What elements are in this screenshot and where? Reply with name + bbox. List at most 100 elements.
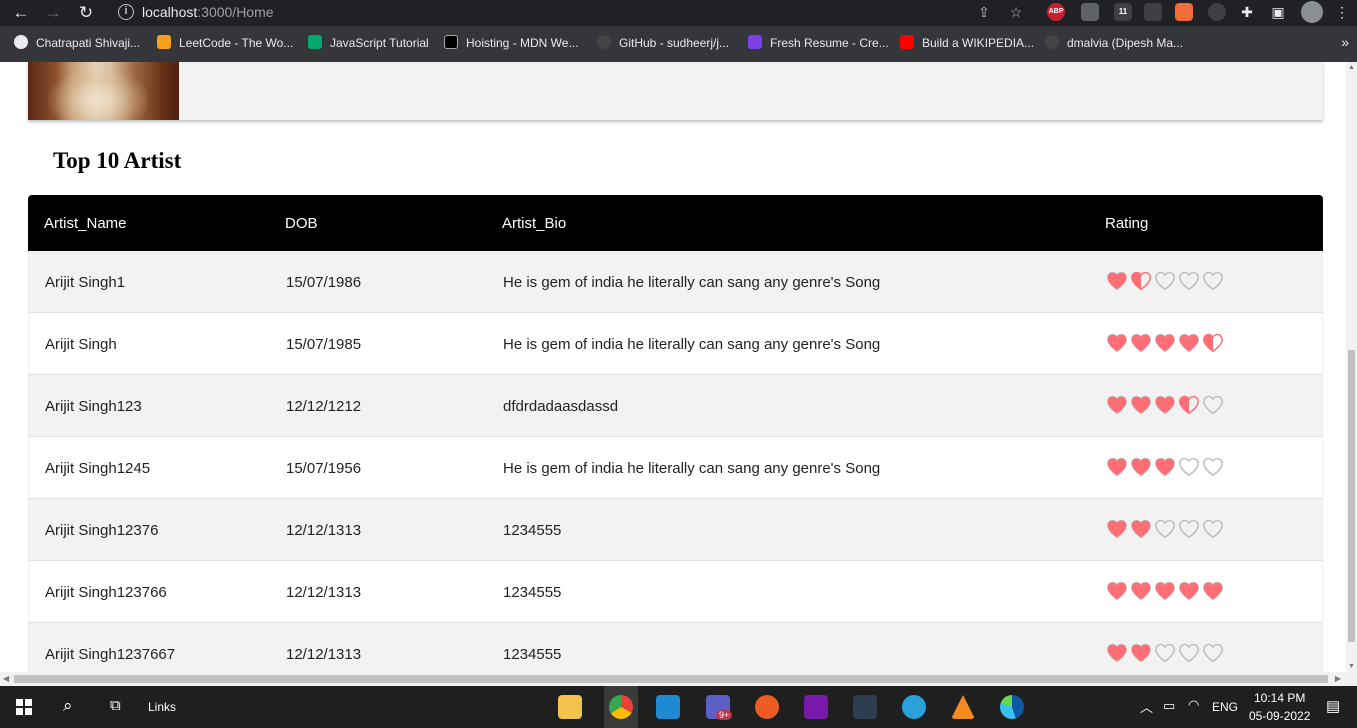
extensions-puzzle-icon[interactable]: ✚ bbox=[1237, 2, 1257, 22]
heart-filled-icon[interactable] bbox=[1154, 332, 1176, 354]
extension-shield-icon[interactable] bbox=[1081, 3, 1099, 21]
rating-hearts[interactable] bbox=[1106, 332, 1226, 354]
heart-filled-icon[interactable] bbox=[1202, 580, 1224, 602]
heart-half-icon[interactable] bbox=[1130, 270, 1152, 292]
heart-filled-icon[interactable] bbox=[1106, 270, 1128, 292]
table-row[interactable]: Arijit Singh1245 15/07/1956 He is gem of… bbox=[28, 437, 1323, 499]
extension-target-icon[interactable] bbox=[1208, 3, 1226, 21]
wifi-icon[interactable]: ◠ bbox=[1188, 697, 1199, 713]
heart-filled-icon[interactable] bbox=[1178, 580, 1200, 602]
table-row[interactable]: Arijit Singh 15/07/1985 He is gem of ind… bbox=[28, 313, 1323, 375]
rating-hearts[interactable] bbox=[1106, 642, 1226, 664]
tray-chevron-up-icon[interactable]: ︿ bbox=[1140, 697, 1153, 716]
edge-icon[interactable] bbox=[1000, 695, 1024, 719]
horizontal-scroll-thumb[interactable] bbox=[14, 675, 1328, 683]
heart-filled-icon[interactable] bbox=[1106, 518, 1128, 540]
heart-filled-icon[interactable] bbox=[1106, 456, 1128, 478]
heart-filled-icon[interactable] bbox=[1130, 642, 1152, 664]
taskbar-search-label[interactable]: Links bbox=[148, 700, 176, 714]
clock-time[interactable]: 10:14 PM bbox=[1254, 691, 1305, 705]
heart-filled-icon[interactable] bbox=[1154, 456, 1176, 478]
scroll-down-icon[interactable]: ▼ bbox=[1348, 663, 1355, 670]
heart-filled-icon[interactable] bbox=[1130, 332, 1152, 354]
info-icon[interactable]: i bbox=[118, 4, 134, 20]
task-view-icon[interactable]: ⧉ bbox=[110, 697, 121, 714]
address-url[interactable]: localhost:3000/Home bbox=[142, 4, 274, 20]
telegram-icon[interactable] bbox=[902, 695, 926, 719]
rating-hearts[interactable] bbox=[1106, 394, 1226, 416]
bookmark-item[interactable]: dmalvia (Dipesh Ma... bbox=[1045, 35, 1183, 53]
heart-empty-icon[interactable] bbox=[1202, 518, 1224, 540]
table-row[interactable]: Arijit Singh1237667 12/12/1313 1234555 bbox=[28, 623, 1323, 672]
table-row[interactable]: Arijit Singh123766 12/12/1313 1234555 bbox=[28, 561, 1323, 623]
heart-filled-icon[interactable] bbox=[1106, 332, 1128, 354]
heart-filled-icon[interactable] bbox=[1178, 332, 1200, 354]
horizontal-scrollbar[interactable]: ◀ ▶ bbox=[0, 672, 1357, 686]
vlc-icon[interactable] bbox=[951, 695, 975, 719]
heart-empty-icon[interactable] bbox=[1178, 456, 1200, 478]
heart-empty-icon[interactable] bbox=[1154, 270, 1176, 292]
heart-empty-icon[interactable] bbox=[1178, 270, 1200, 292]
heart-empty-icon[interactable] bbox=[1178, 518, 1200, 540]
vscode-icon[interactable] bbox=[656, 695, 680, 719]
rating-hearts[interactable] bbox=[1106, 580, 1226, 602]
heart-filled-icon[interactable] bbox=[1154, 394, 1176, 416]
profile-avatar[interactable] bbox=[1301, 1, 1323, 23]
back-icon[interactable]: ← bbox=[10, 2, 32, 24]
file-explorer-icon[interactable] bbox=[558, 695, 582, 719]
vertical-scroll-thumb[interactable] bbox=[1348, 350, 1355, 642]
chrome-icon[interactable] bbox=[609, 695, 633, 719]
clock-date[interactable]: 05-09-2022 bbox=[1249, 709, 1310, 723]
share-icon[interactable]: ⇪ bbox=[974, 2, 994, 22]
bookmark-item[interactable]: GitHub - sudheerj/j... bbox=[597, 35, 729, 53]
forward-icon[interactable]: → bbox=[42, 2, 64, 24]
menu-kebab-icon[interactable]: ⋮ bbox=[1332, 2, 1352, 22]
bookmark-item[interactable]: Fresh Resume - Cre... bbox=[748, 35, 889, 53]
vertical-scrollbar[interactable]: ▲ ▼ bbox=[1346, 62, 1357, 672]
table-row[interactable]: Arijit Singh12376 12/12/1313 1234555 bbox=[28, 499, 1323, 561]
notifications-icon[interactable]: ▤ bbox=[1326, 697, 1340, 715]
heart-empty-icon[interactable] bbox=[1154, 518, 1176, 540]
bookmark-item[interactable]: LeetCode - The Wo... bbox=[157, 35, 293, 53]
heart-filled-icon[interactable] bbox=[1130, 456, 1152, 478]
battery-icon[interactable]: ▭ bbox=[1163, 698, 1175, 714]
sql-server-icon[interactable] bbox=[853, 695, 877, 719]
reload-icon[interactable]: ↻ bbox=[75, 2, 97, 24]
rating-hearts[interactable] bbox=[1106, 270, 1226, 292]
rating-hearts[interactable] bbox=[1106, 518, 1226, 540]
bookmark-item[interactable]: Build a WIKIPEDIA... bbox=[900, 35, 1034, 53]
heart-empty-icon[interactable] bbox=[1202, 456, 1224, 478]
bookmark-item[interactable]: Hoisting - MDN We... bbox=[444, 35, 578, 53]
scroll-right-icon[interactable]: ▶ bbox=[1335, 674, 1341, 683]
language-indicator[interactable]: ENG bbox=[1212, 700, 1238, 714]
heart-filled-icon[interactable] bbox=[1130, 580, 1152, 602]
table-row[interactable]: Arijit Singh123 12/12/1212 dfdrdadaasdas… bbox=[28, 375, 1323, 437]
bookmark-item[interactable]: JavaScript Tutorial bbox=[308, 35, 429, 53]
adblock-extension-icon[interactable]: ABP bbox=[1047, 3, 1065, 21]
rating-hearts[interactable] bbox=[1106, 456, 1226, 478]
heart-empty-icon[interactable] bbox=[1178, 642, 1200, 664]
heart-empty-icon[interactable] bbox=[1202, 270, 1224, 292]
windows-start-icon[interactable] bbox=[16, 699, 32, 715]
heart-half-icon[interactable] bbox=[1178, 394, 1200, 416]
extension-badge-icon[interactable]: 11 bbox=[1114, 3, 1132, 21]
heart-empty-icon[interactable] bbox=[1202, 394, 1224, 416]
bookmark-item[interactable]: Chatrapati Shivaji... bbox=[14, 35, 140, 53]
scroll-left-icon[interactable]: ◀ bbox=[3, 674, 9, 683]
heart-empty-icon[interactable] bbox=[1202, 642, 1224, 664]
bookmarks-overflow-icon[interactable]: » bbox=[1341, 34, 1349, 50]
heart-filled-icon[interactable] bbox=[1106, 394, 1128, 416]
heart-filled-icon[interactable] bbox=[1130, 394, 1152, 416]
table-row[interactable]: Arijit Singh1 15/07/1986 He is gem of in… bbox=[28, 251, 1323, 313]
side-panel-icon[interactable]: ▣ bbox=[1268, 2, 1288, 22]
heart-empty-icon[interactable] bbox=[1154, 642, 1176, 664]
heart-filled-icon[interactable] bbox=[1106, 580, 1128, 602]
postman-icon[interactable] bbox=[755, 695, 779, 719]
heart-filled-icon[interactable] bbox=[1106, 642, 1128, 664]
bookmark-star-icon[interactable]: ☆ bbox=[1006, 2, 1026, 22]
search-icon[interactable]: ⌕ bbox=[63, 696, 73, 716]
onenote-icon[interactable] bbox=[804, 695, 828, 719]
address-bar[interactable]: i localhost:3000/Home bbox=[108, 1, 1038, 25]
heart-filled-icon[interactable] bbox=[1130, 518, 1152, 540]
heart-filled-icon[interactable] bbox=[1154, 580, 1176, 602]
